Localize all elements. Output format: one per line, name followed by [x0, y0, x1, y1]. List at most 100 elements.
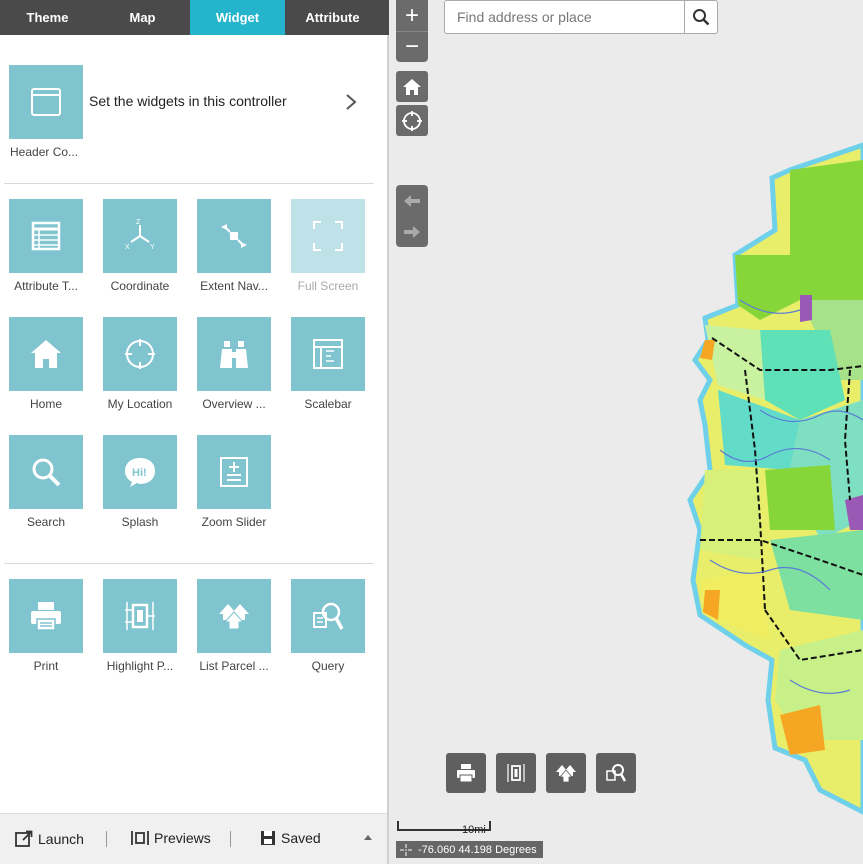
widget-search[interactable]: [9, 435, 83, 509]
tab-map[interactable]: Map: [95, 0, 190, 35]
table-icon: [31, 221, 61, 251]
extent-navigate-icon: [221, 224, 247, 248]
home-icon: [403, 78, 421, 95]
crosshair-icon: [402, 110, 422, 131]
land-patch: [790, 160, 863, 300]
widget-label: Scalebar: [304, 397, 352, 411]
printer-icon: [31, 602, 61, 631]
land-patch: [800, 295, 812, 322]
land-patch: [700, 470, 760, 560]
arrow-left-icon: [404, 194, 420, 207]
widget-splash[interactable]: Hi!: [103, 435, 177, 509]
arrow-right-icon: [404, 225, 420, 238]
launch-button[interactable]: Launch: [15, 830, 84, 848]
svg-text:X: X: [125, 244, 130, 251]
tab-theme[interactable]: Theme: [0, 0, 95, 35]
scalebar-label: 10mi: [462, 824, 486, 836]
search-input[interactable]: [445, 1, 685, 33]
widget-label: Overview ...: [202, 397, 266, 411]
zoom-slider-icon: [220, 457, 248, 487]
header-controller-label: Header Co...: [10, 145, 79, 159]
widget-scalebar[interactable]: [291, 317, 365, 391]
widget-attribute-table[interactable]: [9, 199, 83, 273]
widget-label: Query: [311, 659, 345, 673]
highlight-parcel-tool-button[interactable]: [496, 753, 536, 793]
chevron-right-icon[interactable]: [343, 92, 359, 112]
tab-attribute[interactable]: Attribute: [285, 0, 380, 35]
widget-label: Extent Nav...: [200, 279, 268, 293]
speech-bubble-hi-icon: Hi!: [125, 458, 155, 487]
next-extent-button[interactable]: [396, 216, 428, 247]
query-tool-button[interactable]: [596, 753, 636, 793]
scalebar-icon: [313, 339, 343, 369]
panel-tabs: Theme Map Widget Attribute: [0, 0, 389, 35]
land-use-map[interactable]: [391, 0, 863, 864]
tab-widget[interactable]: Widget: [190, 0, 285, 35]
home-icon: [31, 340, 61, 368]
widget-list-parcel[interactable]: [197, 579, 271, 653]
highlight-parcel-icon: [507, 764, 525, 782]
printer-icon: [457, 764, 475, 783]
widget-query[interactable]: [291, 579, 365, 653]
coordinate-text: -76.060 44.198 Degrees: [418, 843, 537, 856]
zoom-control: + −: [396, 0, 428, 62]
widget-overview-map[interactable]: [197, 317, 271, 391]
window-icon: [31, 88, 61, 116]
xyz-axes-icon: Z X Y: [125, 219, 155, 251]
widget-label: Coordinate: [110, 279, 170, 293]
widget-label: Highlight P...: [106, 659, 174, 673]
widget-label: Home: [29, 397, 62, 411]
address-search: [444, 0, 718, 34]
zoom-in-button[interactable]: +: [396, 0, 428, 31]
previous-extent-button[interactable]: [396, 185, 428, 216]
header-controller-tile[interactable]: [9, 65, 83, 139]
widget-home[interactable]: [9, 317, 83, 391]
previews-button[interactable]: Previews: [131, 830, 211, 846]
save-icon: [261, 831, 275, 845]
expand-caret-icon[interactable]: [364, 835, 372, 840]
widget-extent-navigate[interactable]: [197, 199, 271, 273]
search-button[interactable]: [684, 1, 717, 33]
query-icon: [606, 764, 627, 782]
svg-text:Y: Y: [150, 244, 155, 251]
widget-coordinate[interactable]: Z X Y: [103, 199, 177, 273]
land-patch: [765, 465, 835, 530]
zoom-out-button[interactable]: −: [396, 31, 428, 62]
my-location-button[interactable]: [396, 105, 428, 136]
widget-label: Print: [33, 659, 59, 673]
widget-my-location[interactable]: [103, 317, 177, 391]
binoculars-icon: [220, 341, 248, 368]
previews-icon: [131, 831, 149, 845]
separator: [230, 831, 231, 847]
previews-label: Previews: [154, 830, 211, 846]
extent-navigate-control: [396, 185, 428, 247]
widget-label: List Parcel ...: [199, 659, 269, 673]
widget-label: Splash: [121, 515, 159, 529]
svg-text:Z: Z: [136, 219, 141, 226]
list-parcel-icon: [556, 765, 576, 783]
saved-button[interactable]: Saved: [260, 830, 321, 846]
search-icon: [693, 9, 710, 26]
saved-label: Saved: [281, 830, 321, 846]
crosshair-icon: [400, 843, 412, 856]
builder-panel: Theme Map Widget Attribute Header Co... …: [0, 0, 389, 864]
launch-icon: [15, 830, 33, 847]
widget-print[interactable]: [9, 579, 83, 653]
fullscreen-icon: [313, 221, 343, 251]
widget-zoom-slider[interactable]: [197, 435, 271, 509]
widget-label: Search: [26, 515, 66, 529]
home-button[interactable]: [396, 71, 428, 102]
map-view[interactable]: [391, 0, 863, 864]
widget-label: My Location: [107, 397, 173, 411]
coordinate-readout[interactable]: -76.060 44.198 Degrees: [396, 841, 543, 858]
search-icon: [32, 458, 61, 487]
list-parcel-tool-button[interactable]: [546, 753, 586, 793]
divider: [4, 183, 374, 184]
print-tool-button[interactable]: [446, 753, 486, 793]
highlight-parcel-icon: [125, 602, 155, 630]
set-widgets-link[interactable]: Set the widgets in this controller: [89, 93, 287, 109]
widget-highlight-parcel[interactable]: [103, 579, 177, 653]
widget-full-screen[interactable]: [291, 199, 365, 273]
divider: [4, 563, 374, 564]
query-icon: [313, 602, 344, 630]
